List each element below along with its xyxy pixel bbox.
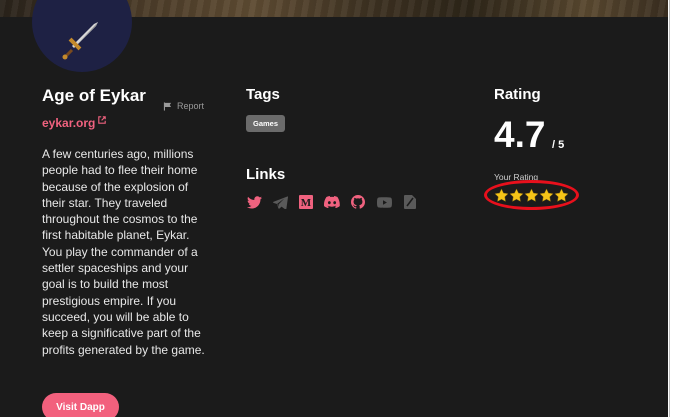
telegram-icon[interactable] [272,194,288,210]
report-button[interactable]: Report [163,101,204,111]
website-link[interactable]: eykar.org [42,116,107,130]
scrollbar-gutter [668,0,675,417]
report-label: Report [177,101,205,111]
project-title: Age of Eykar [42,86,146,105]
project-logo [32,0,132,72]
document-icon[interactable] [402,194,418,210]
your-rating-stars [494,188,569,203]
tag-chip[interactable]: Games [246,115,286,132]
links-heading: Links [246,166,286,183]
your-rating-label: Your Rating [494,172,539,182]
flag-icon [163,101,172,111]
rating-value: 4.7 [494,114,546,155]
github-icon[interactable] [350,194,366,210]
visit-dapp-button[interactable]: Visit Dapp [42,393,119,417]
rating-max: / 5 [552,139,565,151]
website-label: eykar.org [42,116,96,130]
twitter-icon[interactable] [246,194,262,210]
page: Age of Eykar Report eykar.org A few cent… [0,0,668,417]
discord-icon[interactable] [324,194,340,210]
rating-heading: Rating [494,86,541,103]
youtube-icon[interactable] [376,194,392,210]
star-icon[interactable] [509,188,524,203]
star-icon[interactable] [539,188,554,203]
medium-icon[interactable]: M [298,194,314,210]
sword-icon [62,22,98,60]
star-icon[interactable] [524,188,539,203]
star-icon[interactable] [494,188,509,203]
tags-heading: Tags [246,86,280,103]
links-row: M [246,194,418,210]
svg-text:M: M [301,197,312,209]
project-description: A few centuries ago, millions people had… [42,147,205,357]
star-icon[interactable] [554,188,569,203]
external-link-icon [98,116,107,124]
